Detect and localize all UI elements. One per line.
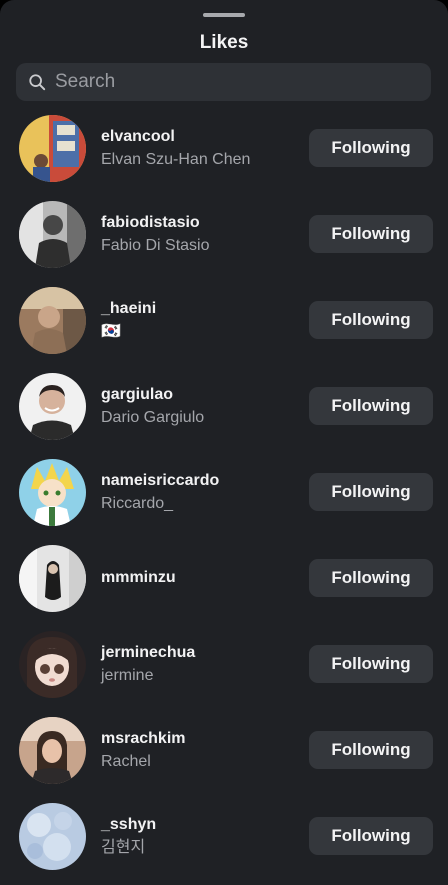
username[interactable]: elvancool [101, 127, 301, 147]
list-item[interactable]: _sshyn 김현지 Following [0, 793, 448, 879]
avatar[interactable] [19, 717, 86, 784]
username[interactable]: jerminechua [101, 643, 301, 663]
full-name: 🇰🇷 [101, 323, 121, 340]
username[interactable]: mmminzu [101, 568, 301, 588]
list-item[interactable]: msrachkim Rachel Following [0, 707, 448, 793]
avatar[interactable] [19, 373, 86, 440]
list-item[interactable]: jerminechua jermine Following [0, 621, 448, 707]
avatar[interactable] [19, 803, 86, 870]
following-button[interactable]: Following [309, 215, 433, 253]
avatar[interactable] [19, 631, 86, 698]
avatar[interactable] [19, 201, 86, 268]
full-name: 김현지 [101, 839, 146, 856]
list-item[interactable]: mmminzu Following [0, 535, 448, 621]
username[interactable]: fabiodistasio [101, 213, 301, 233]
following-button[interactable]: Following [309, 559, 433, 597]
user-names: fabiodistasio Fabio Di Stasio [101, 213, 301, 256]
user-names: msrachkim Rachel [101, 729, 301, 772]
search-icon [29, 74, 46, 91]
avatar[interactable] [19, 115, 86, 182]
list-item[interactable]: nameisriccardo Riccardo_ Following [0, 449, 448, 535]
search-input[interactable] [55, 71, 395, 93]
full-name: Rachel [101, 753, 151, 770]
list-item[interactable]: _haeini 🇰🇷 Following [0, 277, 448, 363]
username[interactable]: _haeini [101, 299, 301, 319]
following-button[interactable]: Following [309, 731, 433, 769]
list-item[interactable]: fabiodistasio Fabio Di Stasio Following [0, 191, 448, 277]
full-name: Elvan Szu-Han Chen [101, 151, 251, 168]
username[interactable]: gargiulao [101, 385, 301, 405]
user-names: _sshyn 김현지 [101, 815, 301, 858]
full-name: jermine [101, 667, 154, 684]
user-names: gargiulao Dario Gargiulo [101, 385, 301, 428]
list-item[interactable]: gargiulao Dario Gargiulo Following [0, 363, 448, 449]
following-button[interactable]: Following [309, 301, 433, 339]
following-button[interactable]: Following [309, 129, 433, 167]
list-item[interactable]: elvancool Elvan Szu-Han Chen Following [0, 105, 448, 191]
full-name: Fabio Di Stasio [101, 237, 210, 254]
avatar[interactable] [19, 287, 86, 354]
user-names: nameisriccardo Riccardo_ [101, 471, 301, 514]
username[interactable]: _sshyn [101, 815, 301, 835]
user-names: elvancool Elvan Szu-Han Chen [101, 127, 301, 170]
avatar[interactable] [19, 459, 86, 526]
likes-sheet: Likes elvancool E [0, 0, 448, 885]
search-bar[interactable] [16, 63, 431, 101]
following-button[interactable]: Following [309, 645, 433, 683]
following-button[interactable]: Following [309, 817, 433, 855]
sheet-drag-handle[interactable] [203, 13, 245, 17]
user-names: _haeini 🇰🇷 [101, 299, 301, 342]
user-names: mmminzu [101, 557, 301, 588]
username[interactable]: nameisriccardo [101, 471, 301, 491]
username[interactable]: msrachkim [101, 729, 301, 749]
user-names: jerminechua jermine [101, 643, 301, 686]
sheet-title: Likes [199, 32, 249, 53]
avatar[interactable] [19, 545, 86, 612]
full-name: Riccardo_ [101, 495, 174, 512]
following-button[interactable]: Following [309, 473, 433, 511]
full-name: Dario Gargiulo [101, 409, 205, 426]
likes-list: elvancool Elvan Szu-Han Chen Following f… [0, 105, 448, 879]
following-button[interactable]: Following [309, 387, 433, 425]
